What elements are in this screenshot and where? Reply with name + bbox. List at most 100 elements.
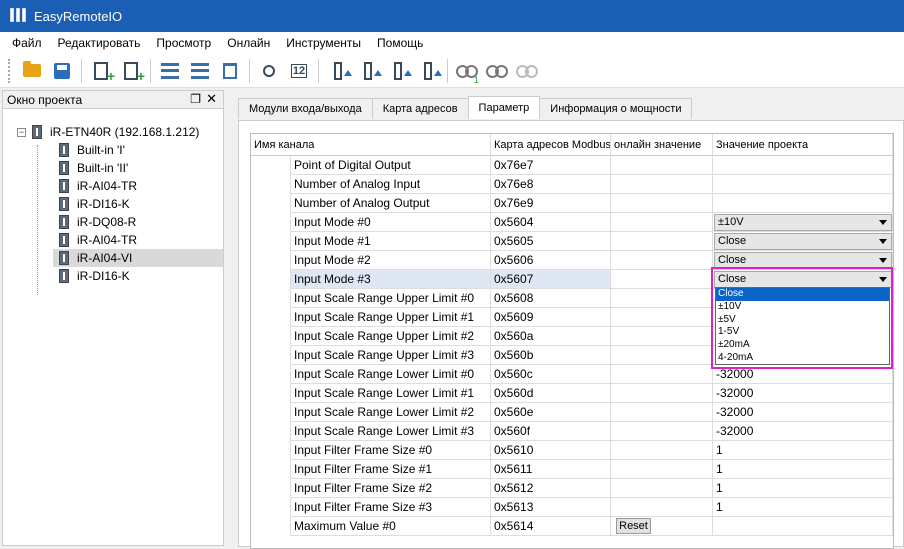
menu-tools[interactable]: Инструменты [278, 32, 369, 54]
row-indent [251, 308, 291, 327]
tree-line [37, 145, 38, 295]
channel-name-cell: Input Filter Frame Size #0 [291, 441, 491, 460]
search-icon[interactable] [257, 59, 281, 83]
chevron-down-icon[interactable] [879, 220, 887, 225]
table-row[interactable]: Input Scale Range Lower Limit #2 0x560e -3… [251, 403, 893, 422]
tree-item[interactable]: iR-DI16-K [53, 267, 223, 285]
table-row[interactable]: Input Filter Frame Size #0 0x5610 1 [251, 441, 893, 460]
numbering-icon[interactable]: 12 [287, 59, 311, 83]
table-row[interactable]: Input Scale Range Lower Limit #3 0x560f -3… [251, 422, 893, 441]
modbus-address-cell: 0x560d [491, 384, 611, 403]
close-icon[interactable]: ✕ [206, 91, 217, 107]
modbus-address-cell: 0x5609 [491, 308, 611, 327]
project-value-cell[interactable]: 1 [713, 441, 893, 460]
connect-run-icon[interactable] [485, 59, 509, 83]
table-row[interactable]: Maximum Value #0 0x5614 [251, 517, 893, 536]
tab-power-info[interactable]: Информация о мощности [539, 98, 693, 119]
menu-bar: Файл Редактировать Просмотр Онлайн Инстр… [0, 32, 904, 54]
project-value-cell[interactable]: -32000 [713, 422, 893, 441]
channel-name-cell: Input Scale Range Upper Limit #1 [291, 308, 491, 327]
tree-item[interactable]: iR-AI04-TR [53, 177, 223, 195]
channel-name-cell: Input Scale Range Lower Limit #0 [291, 365, 491, 384]
input-mode-select[interactable]: ±10V [714, 214, 892, 231]
column-down-icon[interactable] [386, 59, 412, 83]
row-indent [251, 251, 291, 270]
tab-bar: Модули входа/выхода Карта адресов Параме… [238, 96, 693, 120]
online-value-cell [611, 498, 713, 517]
tab-address-map[interactable]: Карта адресов [371, 98, 469, 119]
col-header-project[interactable]: Значение проекта [713, 134, 893, 156]
menu-online[interactable]: Онлайн [219, 32, 278, 54]
tree-item[interactable]: Built-in 'II' [53, 159, 223, 177]
project-value-cell[interactable]: -32000 [713, 403, 893, 422]
tree-item[interactable]: Built-in 'I' [53, 141, 223, 159]
modbus-address-cell: 0x5613 [491, 498, 611, 517]
channel-name-cell: Number of Analog Output [291, 194, 491, 213]
menu-file[interactable]: Файл [4, 32, 50, 54]
online-value-cell [611, 308, 713, 327]
col-header-address[interactable]: Карта адресов Modbus [491, 134, 611, 156]
tree-item-selected[interactable]: iR-AI04-VI [53, 249, 223, 267]
table-row[interactable]: Number of Analog Input 0x76e8 [251, 175, 893, 194]
project-panel-header: Окно проекта ❐ ✕ [3, 91, 223, 109]
project-value-cell[interactable] [713, 194, 893, 213]
disconnect-icon[interactable] [515, 59, 539, 83]
connect-sub-label: 1 [473, 74, 479, 85]
column-multi-down-icon[interactable] [416, 59, 442, 83]
project-value-cell[interactable] [713, 156, 893, 175]
save-icon[interactable] [50, 59, 74, 83]
collapse-icon[interactable]: − [17, 127, 26, 137]
col-header-online[interactable]: онлайн значение [611, 134, 713, 156]
add-module-2-icon[interactable] [119, 59, 145, 84]
menu-help[interactable]: Помощь [369, 32, 431, 54]
channel-name-cell: Input Mode #2 [291, 251, 491, 270]
column-multi-up-icon[interactable] [356, 59, 382, 83]
menu-view[interactable]: Просмотр [148, 32, 219, 54]
connect-icon[interactable]: 1 [455, 59, 479, 85]
table-row[interactable]: Input Filter Frame Size #1 0x5611 1 [251, 460, 893, 479]
pin-icon[interactable]: ❐ [190, 92, 201, 106]
delete-icon[interactable] [218, 59, 242, 83]
row-indent [251, 422, 291, 441]
project-value-cell[interactable]: 1 [713, 460, 893, 479]
project-value-cell[interactable] [713, 517, 893, 536]
online-value-cell [611, 460, 713, 479]
col-header-name[interactable]: Имя канала [251, 134, 491, 156]
reset-button[interactable]: Reset [616, 518, 651, 534]
modbus-address-cell: 0x5610 [491, 441, 611, 460]
add-module-icon[interactable] [89, 59, 115, 84]
table-row[interactable]: Number of Analog Output 0x76e9 [251, 194, 893, 213]
input-mode-select[interactable]: Close [714, 233, 892, 250]
row-indent [251, 327, 291, 346]
project-value-cell[interactable]: -32000 [713, 384, 893, 403]
modbus-address-cell: 0x76e8 [491, 175, 611, 194]
project-value-cell[interactable]: 1 [713, 498, 893, 517]
move-up-icon[interactable] [158, 59, 182, 83]
row-indent [251, 346, 291, 365]
tree-item[interactable]: iR-AI04-TR [53, 231, 223, 249]
table-row[interactable]: Input Filter Frame Size #3 0x5613 1 [251, 498, 893, 517]
tab-parameter[interactable]: Параметр [467, 96, 541, 119]
table-row[interactable]: Input Scale Range Lower Limit #1 0x560d -3… [251, 384, 893, 403]
online-value-cell [611, 232, 713, 251]
move-down-icon[interactable] [188, 59, 212, 83]
column-up-icon[interactable] [326, 59, 352, 83]
channel-name-cell: Point of Digital Output [291, 156, 491, 175]
table-row[interactable]: Point of Digital Output 0x76e7 [251, 156, 893, 175]
row-indent [251, 270, 291, 289]
chevron-down-icon[interactable] [879, 239, 887, 244]
chevron-down-icon[interactable] [879, 258, 887, 263]
tree-root[interactable]: − iR-ETN40R (192.168.1.212) [17, 123, 199, 141]
project-value-cell[interactable] [713, 175, 893, 194]
tab-io-modules[interactable]: Модули входа/выхода [238, 98, 373, 119]
tree-item[interactable]: iR-DI16-K [53, 195, 223, 213]
module-icon [59, 215, 69, 229]
row-indent [251, 517, 291, 536]
tree-item[interactable]: iR-DQ08-R [53, 213, 223, 231]
project-value-cell[interactable]: 1 [713, 479, 893, 498]
table-row[interactable]: Input Filter Frame Size #2 0x5612 1 [251, 479, 893, 498]
menu-edit[interactable]: Редактировать [50, 32, 149, 54]
online-value-cell [611, 479, 713, 498]
tree-item-label: iR-AI04-VI [77, 251, 133, 265]
open-folder-icon[interactable] [20, 59, 44, 83]
